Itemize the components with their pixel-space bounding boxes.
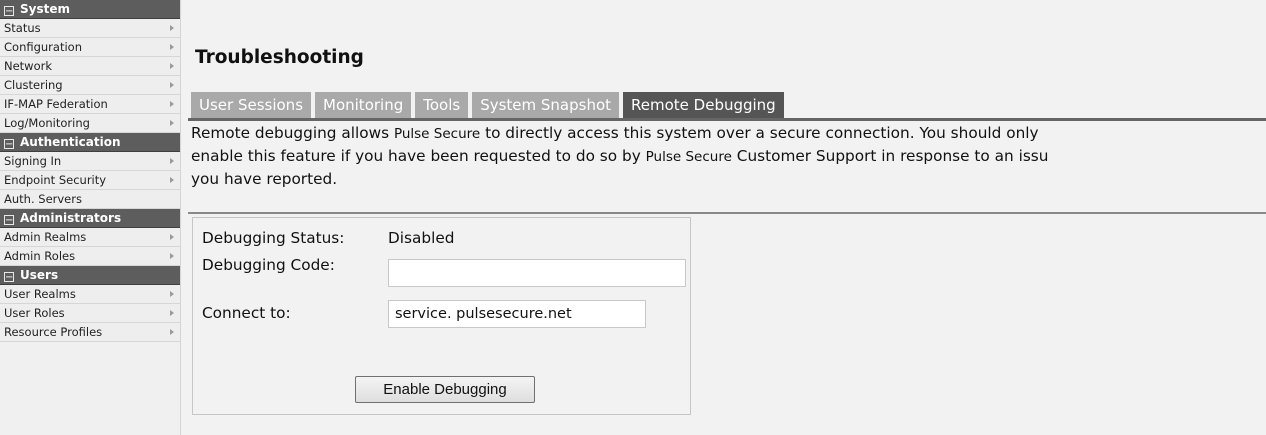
sidebar-section-authentication[interactable]: − Authentication <box>0 133 180 152</box>
tab-user-sessions[interactable]: User Sessions <box>191 92 312 118</box>
sidebar-item-label: User Realms <box>4 287 76 301</box>
intro-description: Remote debugging allows Pulse Secure to … <box>191 122 1266 190</box>
sidebar-item-label: Status <box>4 21 41 35</box>
sidebar-section-title: System <box>20 2 70 16</box>
chevron-right-icon <box>170 158 174 164</box>
sidebar-item-label: Clustering <box>4 78 63 92</box>
enable-debugging-button[interactable]: Enable Debugging <box>355 376 535 403</box>
chevron-right-icon <box>170 234 174 240</box>
chevron-right-icon <box>170 44 174 50</box>
main-content: Troubleshooting User Sessions Monitoring… <box>181 0 1266 435</box>
chevron-right-icon <box>170 25 174 31</box>
intro-text: Customer Support in response to an issu <box>731 147 1049 165</box>
intro-line-3: you have reported. <box>191 170 338 188</box>
intro-text: to directly access this system over a se… <box>480 124 1039 142</box>
debugging-code-label: Debugging Code: <box>202 256 335 274</box>
sidebar-item-log-monitoring[interactable]: Log/Monitoring <box>0 114 180 133</box>
connect-to-label: Connect to: <box>202 304 291 322</box>
debugging-status-value: Disabled <box>388 229 455 247</box>
sidebar-section-system[interactable]: − System <box>0 0 180 19</box>
sidebar-item-label: Auth. Servers <box>4 192 82 206</box>
sidebar-item-label: Endpoint Security <box>4 173 107 187</box>
intro-line-2: enable this feature if you have been req… <box>191 145 1266 168</box>
section-divider <box>188 212 1266 214</box>
chevron-right-icon <box>170 291 174 297</box>
sidebar-item-configuration[interactable]: Configuration <box>0 38 180 57</box>
sidebar-nav: − System Status Configuration Network Cluster… <box>0 0 181 435</box>
sidebar-item-status[interactable]: Status <box>0 19 180 38</box>
debugging-code-input[interactable] <box>388 259 686 287</box>
connect-to-input[interactable] <box>388 300 646 328</box>
chevron-right-icon <box>170 329 174 335</box>
tab-system-snapshot[interactable]: System Snapshot <box>472 92 620 118</box>
sidebar-item-label: Configuration <box>4 40 82 54</box>
intro-line-1: Remote debugging allows Pulse Secure to … <box>191 122 1266 145</box>
tab-remote-debugging[interactable]: Remote Debugging <box>623 92 784 118</box>
collapse-icon[interactable]: − <box>4 139 14 150</box>
sidebar-item-clustering[interactable]: Clustering <box>0 76 180 95</box>
intro-text: Remote debugging allows <box>191 124 394 142</box>
sidebar-item-label: User Roles <box>4 306 65 320</box>
chevron-right-icon <box>170 310 174 316</box>
sidebar-item-label: Signing In <box>4 154 62 168</box>
debug-settings-panel: Debugging Status: Disabled Debugging Cod… <box>192 217 691 415</box>
sidebar-item-label: Admin Realms <box>4 230 87 244</box>
sidebar-section-users[interactable]: − Users <box>0 266 180 285</box>
sidebar-section-title: Administrators <box>20 211 122 225</box>
chevron-right-icon <box>170 63 174 69</box>
tab-bar: User Sessions Monitoring Tools System Sn… <box>191 92 784 118</box>
sidebar-item-network[interactable]: Network <box>0 57 180 76</box>
chevron-right-icon <box>170 253 174 259</box>
sidebar-item-signing-in[interactable]: Signing In <box>0 152 180 171</box>
collapse-icon[interactable]: − <box>4 6 14 17</box>
sidebar-item-label: IF-MAP Federation <box>4 97 108 111</box>
sidebar-item-label: Admin Roles <box>4 249 76 263</box>
tab-underline-divider <box>188 118 1266 121</box>
chevron-right-icon <box>170 120 174 126</box>
sidebar-item-if-map-federation[interactable]: IF-MAP Federation <box>0 95 180 114</box>
sidebar-item-user-roles[interactable]: User Roles <box>0 304 180 323</box>
sidebar-item-label: Log/Monitoring <box>4 116 90 130</box>
sidebar-section-title: Authentication <box>20 135 121 149</box>
sidebar-item-user-realms[interactable]: User Realms <box>0 285 180 304</box>
collapse-icon[interactable]: − <box>4 215 14 226</box>
chevron-right-icon <box>170 101 174 107</box>
sidebar-item-admin-roles[interactable]: Admin Roles <box>0 247 180 266</box>
sidebar-item-label: Network <box>4 59 53 73</box>
sidebar-item-label: Resource Profiles <box>4 325 103 339</box>
sidebar-section-administrators[interactable]: − Administrators <box>0 209 180 228</box>
collapse-icon[interactable]: − <box>4 272 14 283</box>
sidebar-section-title: Users <box>20 268 59 282</box>
chevron-right-icon <box>170 82 174 88</box>
tab-monitoring[interactable]: Monitoring <box>315 92 412 118</box>
page-title: Troubleshooting <box>195 47 364 68</box>
debugging-status-label: Debugging Status: <box>202 229 345 247</box>
sidebar-item-resource-profiles[interactable]: Resource Profiles <box>0 323 180 342</box>
intro-text: enable this feature if you have been req… <box>191 147 646 165</box>
chevron-right-icon <box>170 177 174 183</box>
tab-tools[interactable]: Tools <box>415 92 469 118</box>
sidebar-item-endpoint-security[interactable]: Endpoint Security <box>0 171 180 190</box>
brand-name: Pulse Secure <box>393 126 481 142</box>
sidebar-item-admin-realms[interactable]: Admin Realms <box>0 228 180 247</box>
brand-name: Pulse Secure <box>645 149 732 165</box>
sidebar-item-auth-servers[interactable]: Auth. Servers <box>0 190 180 209</box>
